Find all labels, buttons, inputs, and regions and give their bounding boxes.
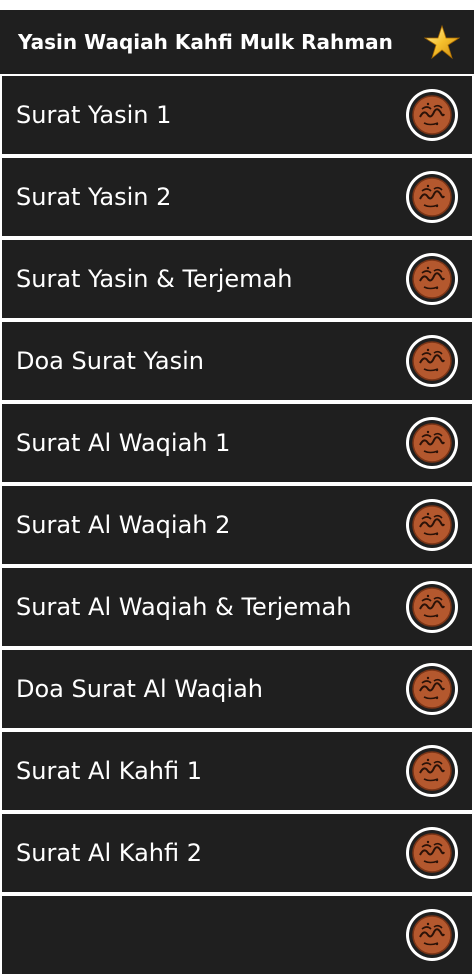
list-item-label: Surat Al Waqiah 1 (16, 429, 231, 457)
app-title: Yasin Waqiah Kahfi Mulk Rahman (18, 30, 393, 54)
calligraphy-icon (404, 169, 460, 225)
list-item[interactable]: Doa Surat Al Waqiah (2, 650, 472, 728)
list-item[interactable] (2, 896, 472, 974)
list-item[interactable]: Surat Al Waqiah 2 (2, 486, 472, 564)
list-item-label: Surat Yasin 2 (16, 183, 172, 211)
list-item-label: Surat Yasin & Terjemah (16, 265, 293, 293)
list-item[interactable]: Surat Al Kahfi 1 (2, 732, 472, 810)
calligraphy-icon (404, 251, 460, 307)
list-item-label: Surat Al Waqiah 2 (16, 511, 231, 539)
star-icon[interactable] (423, 24, 461, 60)
list-item[interactable]: Surat Yasin & Terjemah (2, 240, 472, 318)
calligraphy-icon (404, 907, 460, 963)
list-item[interactable]: Surat Yasin 2 (2, 158, 472, 236)
calligraphy-icon (404, 415, 460, 471)
list-item[interactable]: Surat Al Kahfi 2 (2, 814, 472, 892)
list-item-label: Surat Al Kahfi 2 (16, 839, 203, 867)
list-item-label: Doa Surat Yasin (16, 347, 205, 375)
calligraphy-icon (404, 661, 460, 717)
calligraphy-icon (404, 497, 460, 553)
calligraphy-icon (404, 333, 460, 389)
list-item[interactable]: Surat Al Waqiah & Terjemah (2, 568, 472, 646)
calligraphy-icon (404, 87, 460, 143)
list-item[interactable]: Doa Surat Yasin (2, 322, 472, 400)
calligraphy-icon (404, 825, 460, 881)
list-item-label: Surat Al Waqiah & Terjemah (16, 593, 352, 621)
list-item[interactable]: Surat Yasin 1 (2, 76, 472, 154)
list-item-label: Surat Yasin 1 (16, 101, 172, 129)
list-item-label: Surat Al Kahfi 1 (16, 757, 203, 785)
list-item[interactable]: Surat Al Waqiah 1 (2, 404, 472, 482)
calligraphy-icon (404, 579, 460, 635)
list-item-label: Doa Surat Al Waqiah (16, 675, 263, 703)
calligraphy-icon (404, 743, 460, 799)
app-header: Yasin Waqiah Kahfi Mulk Rahman (0, 10, 474, 74)
